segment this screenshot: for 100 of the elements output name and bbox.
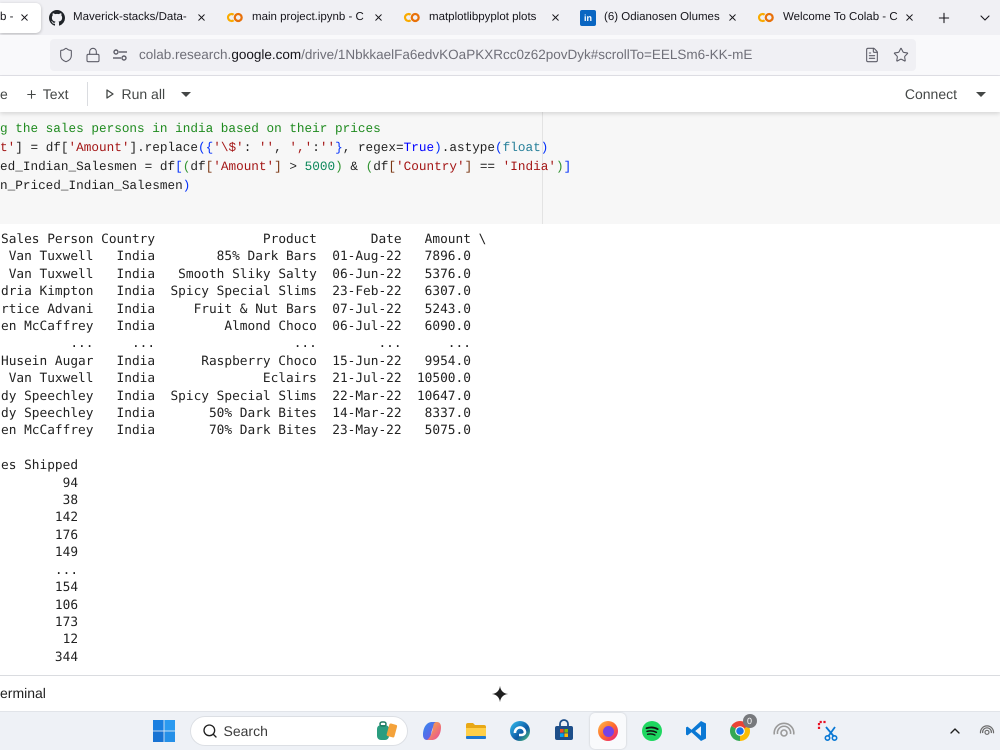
close-icon[interactable] <box>727 12 738 23</box>
column-header: es Shipped <box>0 457 78 475</box>
table-cell: 8337.0 <box>424 405 471 422</box>
cat-logo-icon <box>49 10 65 26</box>
table-cell: India <box>116 388 156 406</box>
browser-logo-icon <box>728 719 752 743</box>
table-cell: India <box>116 352 156 370</box>
table-cell: India <box>116 370 156 388</box>
browser-tab[interactable]: main project.ipynb - C <box>218 2 395 32</box>
table-cell: India <box>116 405 156 422</box>
document-icon[interactable] <box>864 47 880 63</box>
table-cell: Van Tuxwell <box>8 248 94 266</box>
table-cell: en McCaffrey <box>0 318 94 336</box>
table-cell: rtice Advani <box>0 300 94 318</box>
table-cell: 94 <box>62 474 78 492</box>
column-header: Country <box>101 231 156 248</box>
table-cell: India <box>116 248 156 266</box>
table-cell: Van Tuxwell <box>8 370 94 388</box>
table-cell: 149 <box>54 544 78 562</box>
column-header: Sales Person <box>0 231 94 248</box>
connect-button[interactable]: Connect <box>904 80 957 108</box>
table-cell: ... <box>378 335 402 353</box>
table-cell: 5376.0 <box>424 266 471 284</box>
column-header: Product <box>262 231 317 248</box>
sparkle-icon[interactable] <box>491 684 509 702</box>
table-cell: dria Kimpton <box>0 283 94 301</box>
table-cell: ... <box>70 335 94 353</box>
table-cell: 21-Jul-22 <box>332 370 402 388</box>
play-icon <box>106 89 114 99</box>
table-cell: 23-May-22 <box>332 422 402 440</box>
close-icon[interactable] <box>196 12 207 23</box>
code-line: t'] = df['Amount'].replace({'\$': '', ',':''}, regex=True).astype(float) <box>0 139 548 157</box>
table-cell: 22-Mar-22 <box>332 388 402 406</box>
close-icon[interactable] <box>904 12 915 23</box>
rings-logo-icon <box>757 12 775 23</box>
column-header: Date <box>370 231 402 248</box>
table-cell: 6090.0 <box>424 318 471 336</box>
notification-badge: 0 <box>742 714 756 728</box>
backpack-icon <box>374 720 398 742</box>
run-all-button[interactable]: Run all <box>106 80 166 108</box>
add-text-button[interactable]: Text <box>24 80 68 108</box>
browser-tab[interactable]: b - <box>0 2 41 32</box>
address-bar[interactable]: colab.research.google.com/drive/1NbkkaelFa6edvKOaPKXRcc0z62povDyk#scrollTo=EELSm6-KK-mE <box>50 39 916 71</box>
table-cell: 344 <box>54 648 78 666</box>
table-cell: 06-Jun-22 <box>332 266 402 284</box>
continuation-mark: \ <box>478 231 486 248</box>
table-cell: 5075.0 <box>424 422 471 440</box>
toolbar-button[interactable]: e <box>0 80 8 108</box>
table-cell: Almond Choco <box>224 318 317 336</box>
star-icon[interactable] <box>893 47 909 63</box>
table-cell: India <box>116 300 156 318</box>
table-cell: 70% Dark Bites <box>208 422 317 440</box>
code-line: n_Priced_Indian_Salesmen) <box>0 177 190 195</box>
table-cell: 07-Jul-22 <box>332 300 402 318</box>
table-cell: 173 <box>54 614 78 632</box>
table-cell: India <box>116 283 156 301</box>
close-icon[interactable] <box>373 12 384 23</box>
caret-icon[interactable] <box>976 92 986 96</box>
snip-tool-icon <box>816 719 840 743</box>
search-box[interactable]: Search <box>190 716 408 746</box>
table-cell: Spicy Special Slims <box>170 283 317 301</box>
table-cell: en McCaffrey <box>0 422 94 440</box>
four-squares-logo-icon <box>152 719 176 743</box>
table-cell: ... <box>132 335 156 353</box>
table-cell: India <box>116 266 156 284</box>
table-cell: dy Speechley <box>0 405 94 422</box>
table-cell: Van Tuxwell <box>8 266 94 284</box>
browser-logo-icon <box>596 719 620 743</box>
shield-icon[interactable] <box>58 47 74 63</box>
table-cell: 06-Jul-22 <box>332 318 402 336</box>
table-cell: 01-Aug-22 <box>332 248 402 266</box>
table-cell: 85% Dark Bars <box>216 248 317 266</box>
browser-tab[interactable]: Maverick-stacks/Data- <box>41 2 218 32</box>
browser-logo-icon <box>508 719 532 743</box>
panel-tab[interactable]: erminal <box>0 683 46 704</box>
lock-icon[interactable] <box>85 47 101 63</box>
table-cell: India <box>116 422 156 440</box>
table-cell: 106 <box>54 596 78 614</box>
table-cell: 10500.0 <box>416 370 471 388</box>
table-cell: 9954.0 <box>424 352 471 370</box>
table-cell: 15-Jun-22 <box>332 352 402 370</box>
close-icon[interactable] <box>550 12 561 23</box>
caret-icon[interactable] <box>181 92 192 96</box>
table-cell: Smooth Sliky Salty <box>178 266 317 284</box>
table-cell: 7896.0 <box>424 248 471 266</box>
table-cell: Raspberry Choco <box>201 352 317 370</box>
browser-tab[interactable]: Welcome To Colab - C <box>749 2 926 32</box>
search-field[interactable]: Search <box>224 719 370 743</box>
code-line: ed_Indian_Salesmen = df[(df['Amount'] > 5000) & (df['Country'] == 'India')] <box>0 158 572 176</box>
table-cell: dy Speechley <box>0 388 94 406</box>
rings-logo-icon <box>226 12 244 23</box>
close-icon[interactable] <box>19 12 30 23</box>
toggles-icon[interactable] <box>112 47 128 63</box>
browser-tab[interactable]: in (6) Odianosen Olumes <box>572 2 749 32</box>
table-cell: ... <box>294 335 317 353</box>
taskbar-button[interactable]: 0 <box>722 713 758 749</box>
table-cell: 10647.0 <box>416 388 471 406</box>
browser-tab[interactable]: matplotlibpyplot plots <box>395 2 572 32</box>
table-cell: Fruit & Nut Bars <box>194 300 317 318</box>
sound-waves-logo-icon <box>640 719 664 743</box>
